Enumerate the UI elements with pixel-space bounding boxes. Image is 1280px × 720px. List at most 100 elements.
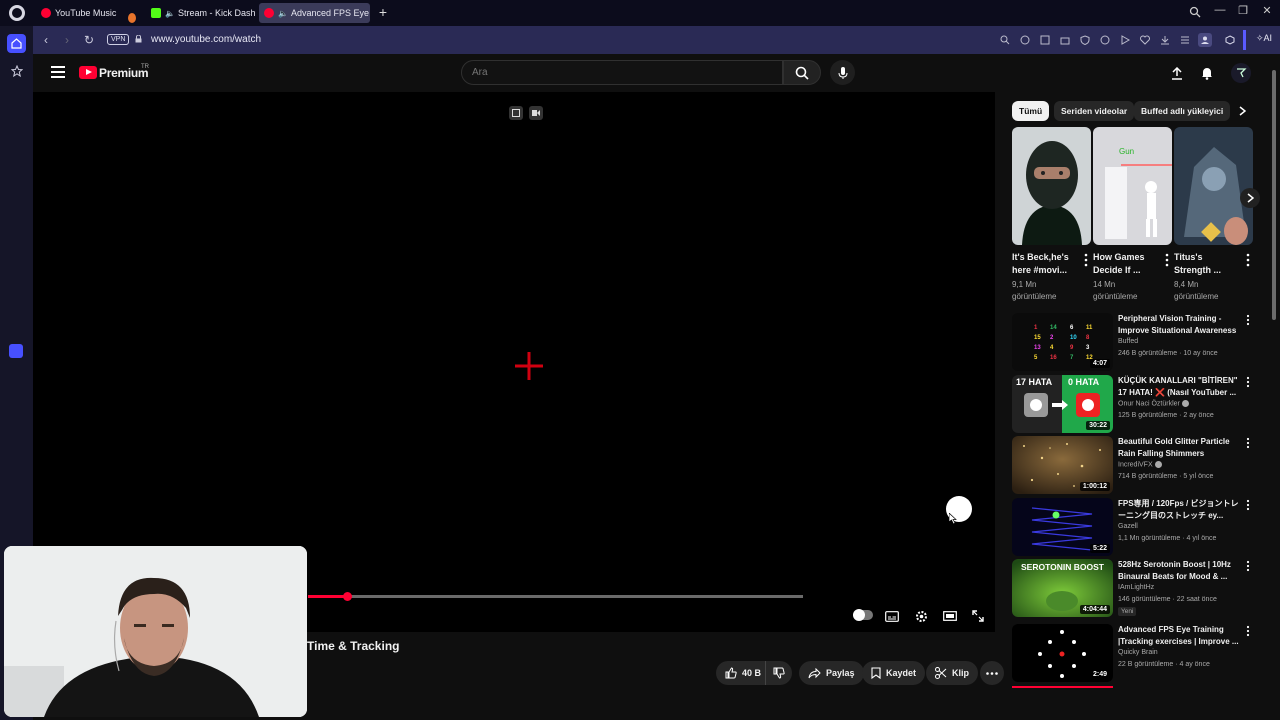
url-field[interactable]: www.youtube.com/watch <box>151 34 261 45</box>
channel-name[interactable]: Quicky Brain <box>1118 649 1158 656</box>
video-meta: 246 B görüntüleme · 10 ay önce <box>1118 350 1218 357</box>
minimize-button[interactable]: — <box>1211 4 1229 16</box>
autoplay-toggle[interactable] <box>853 609 873 621</box>
picture-in-picture-icon[interactable] <box>509 106 523 120</box>
video-meta: 125 B görüntüleme · 2 ay önce <box>1118 412 1214 419</box>
star-icon[interactable] <box>7 61 26 80</box>
recommendation-item[interactable]: SEROTONIN BOOST 4:04:44 528Hz Serotonin … <box>1012 559 1252 617</box>
short-card[interactable]: Gun How Games Decide If ... 14 Mn görüntü… <box>1093 127 1172 303</box>
upload-button[interactable] <box>1167 63 1187 83</box>
hamburger-menu-icon[interactable] <box>51 66 65 78</box>
svg-text:13: 13 <box>1034 345 1041 351</box>
fullscreen-button[interactable] <box>970 608 986 624</box>
subtitles-button[interactable] <box>884 608 900 624</box>
save-button[interactable]: Kaydet <box>862 661 926 685</box>
player-icon[interactable] <box>1118 33 1132 47</box>
lock-icon[interactable] <box>135 35 142 43</box>
avatar[interactable] <box>1231 63 1251 83</box>
thumbs-down-icon <box>773 667 785 679</box>
video-thumbnail: 2:49 <box>1012 624 1113 682</box>
easy-setup-icon[interactable] <box>1178 33 1192 47</box>
more-vertical-icon[interactable] <box>1245 499 1251 511</box>
more-vertical-icon[interactable] <box>1245 437 1251 449</box>
tab-search-icon[interactable] <box>1189 6 1201 18</box>
more-vertical-icon[interactable] <box>1245 376 1251 388</box>
cube-icon[interactable] <box>1223 33 1237 47</box>
fullscreen-icon <box>972 610 984 622</box>
close-window-button[interactable]: ✕ <box>1258 4 1276 17</box>
settings-button[interactable] <box>913 608 929 624</box>
vpn-badge[interactable]: VPN <box>107 34 130 45</box>
page-scrollbar[interactable] <box>1270 60 1278 690</box>
channel-name[interactable]: Buffed <box>1118 338 1138 345</box>
channel-name[interactable]: IAmLightHz <box>1118 584 1154 591</box>
recommendation-item[interactable]: 5:22 FPS専用 / 120Fps / ビジョントレーニング目のストレッチ … <box>1012 498 1252 556</box>
progress-bar[interactable] <box>308 592 803 601</box>
heart-icon[interactable] <box>1138 33 1152 47</box>
youtube-logo-icon[interactable] <box>79 66 97 79</box>
search-button[interactable] <box>783 60 821 85</box>
profile-icon[interactable] <box>1198 33 1212 47</box>
progress-scrubber[interactable] <box>343 592 353 601</box>
more-vertical-icon[interactable] <box>1245 560 1251 572</box>
verified-icon <box>1154 461 1162 468</box>
search-icon[interactable] <box>998 33 1012 47</box>
reload-button[interactable]: ↻ <box>81 32 97 48</box>
ai-label: AI <box>1263 33 1272 43</box>
shorts-next-button[interactable] <box>1240 188 1260 208</box>
short-view-count: 8,4 Mn <box>1174 280 1199 289</box>
short-card[interactable]: It's Beck,he's here #movi... 9,1 Mn görün… <box>1012 127 1091 303</box>
video-thumbnail: 5:22 <box>1012 498 1113 556</box>
video-thumbnail: 1 14 6 11 15 2 10 8 13 4 9 3 5 16 7 12 4:07 <box>1012 313 1113 371</box>
new-tab-button[interactable]: + <box>376 5 390 19</box>
camera-icon[interactable] <box>1058 33 1072 47</box>
dislike-button[interactable] <box>765 661 792 685</box>
more-vertical-icon[interactable] <box>1245 314 1251 326</box>
video-camera-icon[interactable] <box>529 106 543 120</box>
tab-kick-dashboard[interactable]: 🔈 Stream - Kick Dashboard <box>146 3 256 23</box>
more-actions-button[interactable] <box>980 661 1004 685</box>
forward-button[interactable]: › <box>59 32 75 48</box>
shield-icon[interactable] <box>1078 33 1092 47</box>
more-vertical-icon[interactable] <box>1162 253 1172 267</box>
chip-series[interactable]: Seriden videolar <box>1054 101 1135 121</box>
maximize-button[interactable]: ❐ <box>1234 4 1252 17</box>
channel-name[interactable]: Gazell <box>1118 523 1138 530</box>
like-count: 40 B <box>742 668 762 678</box>
chip-all[interactable]: Tümü <box>1012 101 1050 121</box>
edit-icon[interactable] <box>1038 33 1052 47</box>
emoji-icon[interactable] <box>1018 33 1032 47</box>
voice-search-button[interactable] <box>830 60 855 85</box>
channel-name[interactable]: Onur Naci Öztürkler <box>1118 400 1189 407</box>
chips-next-button[interactable] <box>1234 103 1250 119</box>
search-input[interactable] <box>472 67 772 78</box>
more-vertical-icon[interactable] <box>1243 253 1253 267</box>
opera-logo-icon[interactable] <box>9 5 25 21</box>
theater-mode-button[interactable] <box>942 608 958 624</box>
scrollbar-thumb[interactable] <box>1272 70 1276 320</box>
svg-text:15: 15 <box>1034 335 1041 341</box>
music-player-icon[interactable] <box>9 344 23 358</box>
recommendation-item[interactable]: 2:49 Advanced FPS Eye Training |Tracking… <box>1012 624 1252 682</box>
clip-button[interactable]: Klip <box>926 661 978 685</box>
back-button[interactable]: ‹ <box>38 32 54 48</box>
download-icon[interactable] <box>1158 33 1172 47</box>
home-icon[interactable] <box>7 34 26 53</box>
ai-button[interactable]: ✧AI <box>1256 33 1272 44</box>
like-button[interactable]: 40 B <box>716 661 770 685</box>
notifications-button[interactable] <box>1197 63 1217 83</box>
more-vertical-icon[interactable] <box>1081 253 1091 267</box>
recommendation-item[interactable]: 1 14 6 11 15 2 10 8 13 4 9 3 5 16 7 12 4:07 Peripher… <box>1012 313 1252 371</box>
youtube-header: Premium TR <box>33 54 1280 92</box>
more-horizontal-icon <box>986 671 998 675</box>
recommendation-item[interactable]: 17 HATA 0 HATA 30:22 KÜÇÜK KANALLARI "Bİ… <box>1012 375 1252 433</box>
extension-icon[interactable] <box>1098 33 1112 47</box>
tab-advanced-fps[interactable]: 🔈 Advanced FPS Eye Training <box>259 3 370 23</box>
chip-uploader[interactable]: Buffed adlı yükleyici <box>1134 101 1231 121</box>
short-card[interactable]: Titus's Strength ... 8,4 Mn görüntüleme <box>1174 127 1253 303</box>
share-button[interactable]: Paylaş <box>799 661 864 685</box>
more-vertical-icon[interactable] <box>1245 625 1251 637</box>
progress-played <box>308 595 348 598</box>
recommendation-item[interactable]: 1:00:12 Beautiful Gold Glitter Particle … <box>1012 436 1252 494</box>
channel-name[interactable]: IncrediVFX <box>1118 461 1162 468</box>
